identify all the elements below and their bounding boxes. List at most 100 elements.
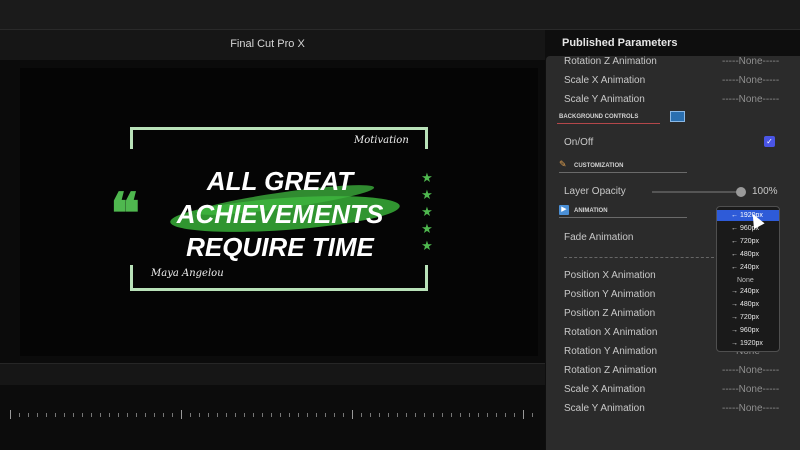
dropdown-option[interactable]: ← 960px: [717, 223, 779, 234]
dropdown-option[interactable]: → 1920px: [717, 338, 779, 349]
ruler-major-tick: [181, 410, 182, 419]
background-image-icon[interactable]: [670, 111, 685, 122]
section-background-controls: BACKGROUND CONTROLS: [559, 114, 639, 120]
timeline[interactable]: [0, 385, 545, 450]
opacity-slider-track[interactable]: [652, 191, 742, 193]
ruler-major-tick: [10, 410, 11, 419]
dropdown-option[interactable]: → 960px: [717, 325, 779, 336]
dropdown-option[interactable]: → 720px: [717, 312, 779, 323]
ruler-tick: [145, 413, 146, 417]
ruler-tick: [46, 413, 47, 417]
ruler-tick: [82, 413, 83, 417]
ruler-tick: [100, 413, 101, 417]
ruler-major-tick: [523, 410, 524, 419]
ruler-tick: [442, 413, 443, 417]
animation-direction-dropdown[interactable]: ← 1920px ← 960px ← 720px ← 480px ← 240px…: [716, 206, 780, 352]
ruler-tick: [478, 413, 479, 417]
ruler-tick: [226, 413, 227, 417]
dropdown-option[interactable]: → 240px: [717, 286, 779, 297]
ruler-tick: [361, 413, 362, 417]
ruler-tick: [424, 413, 425, 417]
ruler-tick: [199, 413, 200, 417]
ruler-tick: [397, 413, 398, 417]
section-underline: [557, 123, 660, 124]
divider: [564, 257, 714, 258]
param-label: Scale X Animation: [564, 75, 646, 86]
dropdown-option[interactable]: ← 480px: [717, 249, 779, 260]
section-customization: CUSTOMIZATION: [574, 163, 624, 169]
ruler-tick: [469, 413, 470, 417]
ruler-tick: [415, 413, 416, 417]
ruler-tick: [262, 413, 263, 417]
pencil-icon: ✎: [559, 159, 567, 169]
viewer-controls-strip: [0, 363, 545, 385]
dropdown-option[interactable]: None: [717, 275, 779, 286]
star-icon: ★: [421, 204, 433, 219]
app-title: Final Cut Pro X: [230, 38, 305, 50]
param-label: Position Z Animation: [564, 308, 656, 319]
ruler-tick: [244, 413, 245, 417]
ruler-tick: [127, 413, 128, 417]
ruler-tick: [334, 413, 335, 417]
layer-opacity-label: Layer Opacity: [564, 186, 626, 197]
section-underline: [559, 217, 687, 218]
param-label: Scale Y Animation: [564, 403, 645, 414]
title-card-canvas[interactable]: ❝ Motivation ALL GREAT ACHIEVEMENTS REQU…: [20, 68, 538, 356]
param-label: Scale X Animation: [564, 384, 646, 395]
ruler-tick: [109, 413, 110, 417]
headline-line-1: ALL GREAT: [206, 166, 354, 196]
ruler-tick: [316, 413, 317, 417]
animation-icon: ▶: [559, 205, 569, 215]
ruler-tick: [280, 413, 281, 417]
opacity-value[interactable]: 100%: [752, 186, 778, 197]
viewer[interactable]: ❝ Motivation ALL GREAT ACHIEVEMENTS REQU…: [0, 60, 545, 363]
ruler-tick: [55, 413, 56, 417]
ruler-tick: [289, 413, 290, 417]
ruler-tick: [163, 413, 164, 417]
author-name: Maya Angelou: [151, 268, 224, 279]
onoff-checkbox[interactable]: ✓: [764, 136, 775, 147]
param-label: Rotation Z Animation: [564, 365, 657, 376]
param-value[interactable]: -----None-----: [722, 384, 779, 395]
param-value[interactable]: -----None-----: [722, 365, 779, 376]
viewer-header: Final Cut Pro X: [0, 30, 545, 60]
ruler-tick: [406, 413, 407, 417]
param-value[interactable]: -----None-----: [722, 56, 779, 67]
ruler-tick: [388, 413, 389, 417]
ruler-tick: [208, 413, 209, 417]
dropdown-option[interactable]: → 480px: [717, 299, 779, 310]
star-icon: ★: [421, 238, 433, 253]
ruler-tick: [325, 413, 326, 417]
param-value[interactable]: -----None-----: [722, 403, 779, 414]
dropdown-option[interactable]: ← 720px: [717, 236, 779, 247]
headline-line-2: ACHIEVEMENTS: [176, 199, 384, 229]
param-label: Rotation Y Animation: [564, 346, 658, 357]
timeline-ruler[interactable]: [0, 409, 545, 423]
param-value[interactable]: -----None-----: [722, 75, 779, 86]
ruler-tick: [298, 413, 299, 417]
tag-text: Motivation: [354, 135, 409, 146]
ruler-tick: [64, 413, 65, 417]
param-label: Position X Animation: [564, 270, 656, 281]
dropdown-option[interactable]: ← 240px: [717, 262, 779, 273]
ruler-tick: [370, 413, 371, 417]
ruler-tick: [451, 413, 452, 417]
ruler-tick: [514, 413, 515, 417]
ruler-tick: [28, 413, 29, 417]
ruler-tick: [505, 413, 506, 417]
ruler-tick: [190, 413, 191, 417]
headline-line-3: REQUIRE TIME: [186, 232, 374, 262]
top-toolbar: [0, 0, 800, 30]
param-value[interactable]: -----None-----: [722, 94, 779, 105]
param-label: Rotation Z Animation: [564, 56, 657, 67]
star-column: ★ ★ ★ ★ ★: [420, 169, 434, 254]
panel-title: Published Parameters: [562, 37, 678, 49]
ruler-tick: [343, 413, 344, 417]
opacity-slider-knob[interactable]: [736, 187, 746, 197]
ruler-tick: [217, 413, 218, 417]
ruler-major-tick: [352, 410, 353, 419]
section-underline: [559, 172, 687, 173]
quote-mark-icon: ❝: [110, 181, 140, 247]
ruler-tick: [19, 413, 20, 417]
ruler-tick: [307, 413, 308, 417]
